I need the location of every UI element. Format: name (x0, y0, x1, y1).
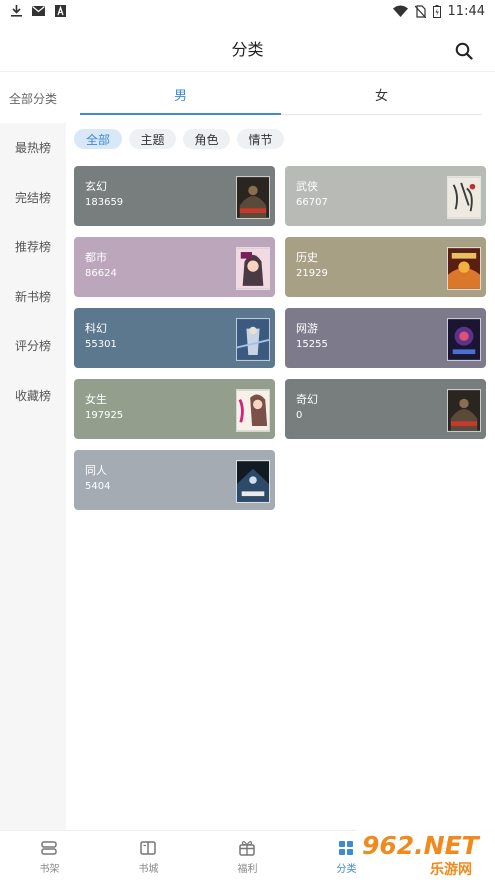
watermark-brand: 962.NET (362, 831, 481, 860)
chip-label: 情节 (248, 132, 273, 147)
battery-icon (432, 4, 441, 18)
sidebar-item-label: 全部分类 (8, 91, 57, 106)
book-cover-image (447, 247, 481, 290)
book-icon (140, 841, 156, 855)
sidebar-item-hottest[interactable]: 最热榜 (0, 122, 66, 172)
sidebar-item-completed[interactable]: 完结榜 (0, 172, 66, 222)
chip-label: 主题 (140, 132, 165, 147)
sidebar-item-new-books[interactable]: 新书榜 (0, 271, 66, 321)
category-count: 15255 (296, 339, 328, 350)
clock: 11:44 (447, 3, 485, 19)
filter-chip-theme[interactable]: 主题 (129, 129, 176, 149)
gender-tabs: 男 女 (80, 73, 482, 115)
nav-bookshelf[interactable]: 书架 (0, 831, 99, 880)
book-cover-image (236, 389, 270, 432)
bookshelf-icon (41, 841, 57, 855)
book-cover-image (236, 176, 270, 219)
tab-male[interactable]: 男 (80, 73, 281, 115)
category-name: 玄幻 (85, 180, 107, 193)
no-sim-icon (414, 4, 426, 18)
category-card-xuanhuan[interactable]: 玄幻 183659 (74, 166, 275, 226)
sidebar-item-favorites[interactable]: 收藏榜 (0, 370, 66, 420)
nav-label: 书城 (138, 864, 159, 875)
category-count: 197925 (85, 410, 124, 421)
book-cover-image (236, 247, 270, 290)
category-icon (339, 841, 353, 855)
category-name: 历史 (296, 251, 318, 264)
status-left (10, 5, 67, 17)
category-count: 21929 (296, 268, 328, 279)
sidebar: 全部分类 最热榜 完结榜 推荐榜 新书榜 评分榜 收藏榜 (0, 73, 66, 830)
category-name: 网游 (296, 322, 318, 335)
filter-chip-character[interactable]: 角色 (183, 129, 230, 149)
wifi-icon (392, 5, 408, 17)
nav-label: 福利 (237, 864, 258, 875)
tab-female[interactable]: 女 (281, 73, 482, 115)
nav-welfare[interactable]: 福利 (198, 831, 297, 880)
sidebar-item-recommended[interactable]: 推荐榜 (0, 221, 66, 271)
book-cover-image (236, 460, 270, 503)
nav-label: 书架 (39, 864, 60, 875)
sidebar-item-all-categories[interactable]: 全部分类 (0, 73, 66, 123)
book-cover-image (447, 318, 481, 361)
category-count: 5404 (85, 481, 111, 492)
category-card-wangyou[interactable]: 网游 15255 (285, 308, 486, 368)
status-right: 11:44 (392, 3, 485, 19)
category-name: 奇幻 (296, 393, 318, 406)
category-count: 86624 (85, 268, 117, 279)
tab-label: 女 (374, 88, 388, 104)
chip-label: 全部 (85, 132, 110, 147)
category-count: 183659 (85, 197, 124, 208)
category-card-dushi[interactable]: 都市 86624 (74, 237, 275, 297)
sidebar-item-label: 推荐榜 (14, 239, 51, 254)
category-name: 武侠 (296, 180, 318, 193)
category-count: 66707 (296, 197, 328, 208)
filter-chip-plot[interactable]: 情节 (237, 129, 284, 149)
app-a-icon (55, 5, 66, 17)
category-name: 女生 (85, 393, 107, 406)
category-card-lishi[interactable]: 历史 21929 (285, 237, 486, 297)
category-card-tongren[interactable]: 同人 5404 (74, 450, 275, 510)
download-icon (11, 5, 22, 17)
sidebar-item-label: 评分榜 (14, 338, 51, 353)
sidebar-item-label: 新书榜 (14, 289, 51, 304)
sidebar-item-rating[interactable]: 评分榜 (0, 320, 66, 370)
category-card-nvsheng[interactable]: 女生 197925 (74, 379, 275, 439)
book-cover-image (447, 176, 481, 219)
category-name: 科幻 (85, 322, 107, 335)
sidebar-item-label: 最热榜 (14, 140, 51, 155)
nav-bookstore[interactable]: 书城 (99, 831, 198, 880)
gift-icon (239, 841, 255, 856)
book-cover-image (236, 318, 270, 361)
watermark-logo: 962.NET 乐游网 (356, 829, 495, 880)
page-title: 分类 (231, 40, 264, 59)
category-name: 都市 (85, 251, 107, 264)
book-cover-image (447, 389, 481, 432)
chip-label: 角色 (194, 132, 219, 147)
category-card-wuxia[interactable]: 武侠 66707 (285, 166, 486, 226)
mail-icon (32, 6, 45, 16)
category-card-qihuan[interactable]: 奇幻 0 (285, 379, 486, 439)
category-name: 同人 (85, 464, 107, 477)
watermark-subtitle: 乐游网 (430, 861, 472, 878)
app-header: 分类 (0, 22, 495, 72)
status-bar: 11:44 (0, 0, 495, 22)
category-card-kehuan[interactable]: 科幻 55301 (74, 308, 275, 368)
tab-active-indicator (80, 113, 281, 115)
sidebar-item-label: 完结榜 (14, 190, 51, 205)
category-count: 0 (296, 410, 303, 421)
category-count: 55301 (85, 339, 117, 350)
search-icon[interactable] (455, 42, 473, 60)
filter-chip-all[interactable]: 全部 (74, 129, 122, 149)
sidebar-item-label: 收藏榜 (14, 388, 51, 403)
tab-label: 男 (173, 88, 187, 104)
